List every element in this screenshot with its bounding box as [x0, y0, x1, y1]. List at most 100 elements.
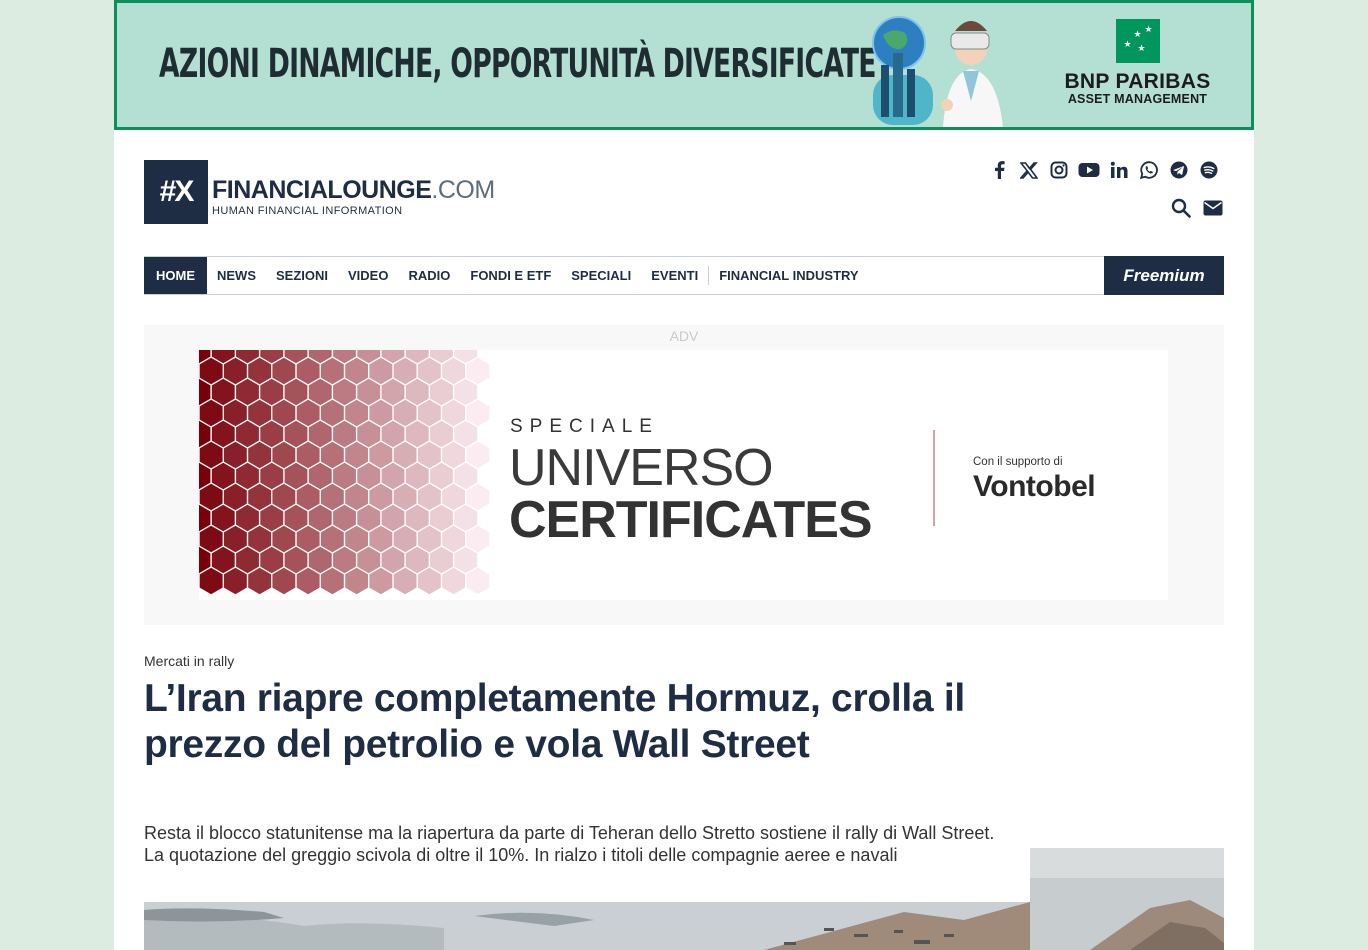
- hexagon: [381, 420, 405, 448]
- hexagon: [417, 483, 441, 511]
- hexagon: [466, 399, 490, 427]
- hexagon: [405, 462, 429, 490]
- hexagon: [417, 567, 441, 595]
- top-banner-ad[interactable]: AZIONI DINAMICHE, OPPORTUNITÀ DIVERSIFIC…: [114, 0, 1254, 130]
- hexagon: [284, 462, 308, 490]
- hexagon: [430, 504, 453, 532]
- hexagon: [260, 420, 284, 448]
- hexagon: [320, 525, 344, 553]
- nav-item-speciali[interactable]: SPECIALI: [561, 257, 641, 294]
- hexagon: [442, 357, 465, 385]
- adv-banner-certificates[interactable]: SPECIALE UNIVERSO CERTIFICATES Con il su…: [199, 350, 1168, 600]
- hexagon: [442, 441, 465, 469]
- hexagon: [345, 483, 368, 511]
- hexagon: [345, 525, 368, 553]
- nav-item-sezioni[interactable]: SEZIONI: [266, 257, 338, 294]
- hexagon: [236, 504, 259, 532]
- nav-item-financial-industry[interactable]: FINANCIAL INDUSTRY: [709, 257, 868, 294]
- hexagon: [393, 441, 417, 469]
- search-icon[interactable]: [1170, 196, 1192, 220]
- youtube-icon[interactable]: [1078, 158, 1100, 182]
- whatsapp-icon[interactable]: [1138, 158, 1160, 182]
- hexagon: [333, 378, 356, 406]
- facebook-icon[interactable]: [988, 158, 1010, 182]
- nav-item-video[interactable]: VIDEO: [338, 257, 398, 294]
- adv-speciale: SPECIALE: [510, 416, 659, 437]
- bnp-name: BNP PARIBAS: [1064, 70, 1211, 93]
- logo-mark: #X: [144, 160, 208, 224]
- hexagon: [272, 567, 296, 595]
- hexagon: [308, 462, 332, 490]
- main-article-photo[interactable]: [144, 902, 1030, 950]
- nav-item-radio[interactable]: RADIO: [398, 257, 460, 294]
- hexagon: [260, 546, 284, 574]
- hexagon: [308, 420, 332, 448]
- nav-item-home[interactable]: HOME: [144, 257, 207, 294]
- hexagon: [405, 546, 429, 574]
- hexagon: [284, 378, 308, 406]
- hexagon: [381, 462, 405, 490]
- banner-illustration: [872, 16, 1003, 127]
- adv-label: ADV: [669, 328, 699, 344]
- hexagon: [345, 399, 368, 427]
- hexagon: [296, 525, 320, 553]
- hexagon: [272, 399, 296, 427]
- telegram-icon[interactable]: [1168, 158, 1190, 182]
- hexagon: [345, 567, 368, 595]
- hexagon: [236, 420, 259, 448]
- nav-item-eventi[interactable]: EVENTI: [641, 257, 708, 294]
- hexagon: [211, 378, 235, 406]
- hexagon: [308, 546, 332, 574]
- hexagon: [393, 525, 417, 553]
- hexagon: [369, 525, 393, 553]
- hexagon: [381, 504, 405, 532]
- site-logo[interactable]: #X FINANCIALOUNGE.COM HUMAN FINANCIAL IN…: [144, 160, 495, 224]
- hexagon: [199, 567, 223, 595]
- hexagon: [417, 441, 441, 469]
- hexagon: [236, 462, 259, 490]
- linkedin-icon[interactable]: [1108, 158, 1130, 182]
- freemium-label: Freemium: [1123, 265, 1205, 285]
- article-title[interactable]: L’Iran riapre completamente Hormuz, crol…: [144, 676, 1004, 768]
- hexagon: [260, 462, 284, 490]
- x-icon[interactable]: [1018, 158, 1040, 182]
- hexagon: [333, 546, 356, 574]
- article-lead: Resta il blocco statunitense ma la riape…: [144, 823, 995, 865]
- hexagon: [333, 462, 356, 490]
- hexagon: [393, 357, 417, 385]
- hexagon: [430, 462, 453, 490]
- spotify-icon[interactable]: [1198, 158, 1220, 182]
- side-photo[interactable]: [1030, 848, 1224, 950]
- hexagon: [320, 441, 344, 469]
- hexagon: [211, 504, 235, 532]
- hexagon: [320, 483, 344, 511]
- hexagon: [405, 504, 429, 532]
- hexagon: [248, 441, 272, 469]
- instagram-icon[interactable]: [1048, 158, 1070, 182]
- hexagon: [296, 567, 320, 595]
- nav-item-fondi-etf[interactable]: FONDI E ETF: [460, 257, 561, 294]
- hexagon: [248, 483, 272, 511]
- hexagon: [454, 462, 478, 490]
- mail-icon[interactable]: [1202, 196, 1224, 220]
- hexagon: [320, 357, 344, 385]
- hexagon: [454, 420, 478, 448]
- hexagon: [369, 357, 393, 385]
- hexagon: [333, 504, 356, 532]
- hexagon: [466, 483, 490, 511]
- hexagon: [333, 420, 356, 448]
- hexagon: [284, 420, 308, 448]
- nav-item-news[interactable]: NEWS: [207, 257, 266, 294]
- hexagon: [405, 420, 429, 448]
- hexagon: [223, 441, 247, 469]
- article-kicker[interactable]: Mercati in rally: [144, 653, 234, 669]
- logo-word: FINANCIALOUNGE.COM: [212, 176, 495, 204]
- hexagon: [430, 546, 453, 574]
- social-links: [988, 158, 1220, 182]
- hexagon: [284, 504, 308, 532]
- hexagon: [345, 441, 368, 469]
- freemium-button[interactable]: Freemium: [1104, 256, 1224, 295]
- hexagon: [223, 483, 247, 511]
- hexagon: [442, 399, 465, 427]
- main-nav: HOME NEWS SEZIONI VIDEO RADIO FONDI E ET…: [144, 256, 1224, 295]
